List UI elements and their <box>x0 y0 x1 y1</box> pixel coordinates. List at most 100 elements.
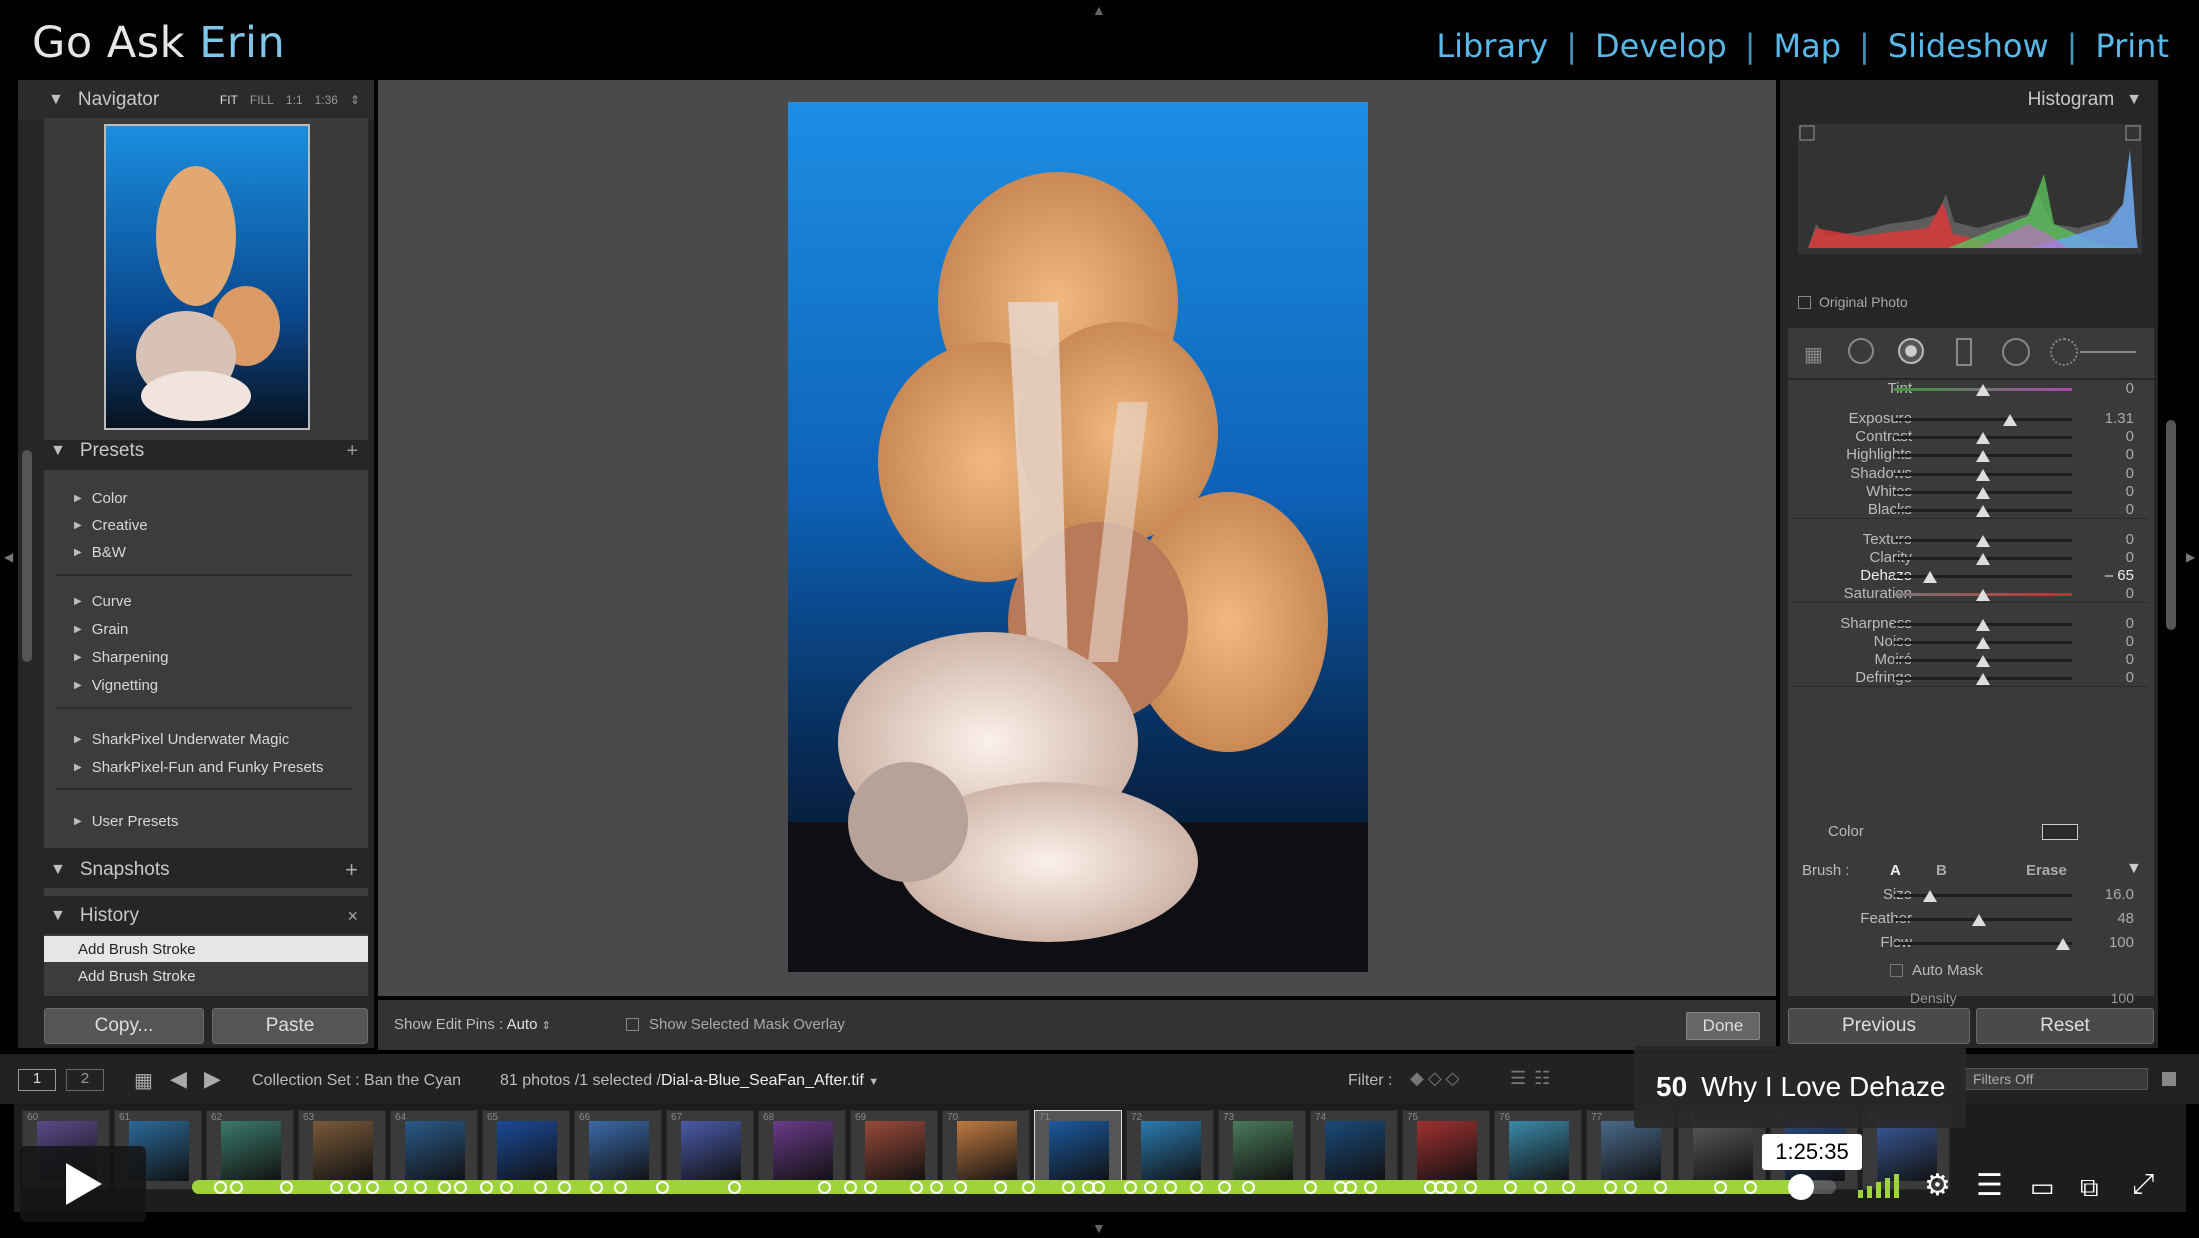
slider-thumb[interactable] <box>1976 487 1990 499</box>
brush-b-tab[interactable]: B <box>1936 862 1947 879</box>
zoom-fill[interactable]: FILL <box>250 93 274 107</box>
chapter-marker[interactable] <box>656 1181 669 1194</box>
window-2-button[interactable]: 2 <box>66 1069 104 1091</box>
chapter-marker[interactable] <box>438 1181 451 1194</box>
adjustment-brush-icon[interactable] <box>2050 338 2078 366</box>
slider-track[interactable] <box>1894 575 2072 578</box>
crop-grid-icon[interactable]: ▦ <box>1804 342 1823 367</box>
histogram-header[interactable]: Histogram ▼ <box>1780 80 2158 120</box>
chapter-marker[interactable] <box>330 1181 343 1194</box>
slider-thumb[interactable] <box>1976 673 1990 685</box>
slider-thumb[interactable] <box>1972 914 1987 926</box>
slider-thumb[interactable] <box>1922 571 1937 583</box>
chapter-marker[interactable] <box>1124 1181 1137 1194</box>
original-photo-checkbox[interactable] <box>1798 295 1811 309</box>
preset-folder-curve[interactable]: ▶ Curve <box>74 593 132 610</box>
filmstrip-thumbnail[interactable]: 64 <box>390 1110 478 1190</box>
chapter-marker[interactable] <box>1164 1181 1177 1194</box>
video-scrubber[interactable] <box>1788 1174 1814 1200</box>
reset-button[interactable]: Reset <box>1976 1008 2154 1044</box>
chapter-marker[interactable] <box>1304 1181 1317 1194</box>
window-1-button[interactable]: 1 <box>18 1069 56 1091</box>
slider-track[interactable] <box>1894 942 2072 945</box>
brush-collapse-icon[interactable]: ▼ <box>2126 860 2142 878</box>
chapter-marker[interactable] <box>214 1181 227 1194</box>
slider-thumb[interactable] <box>2002 414 2017 426</box>
chapter-marker[interactable] <box>910 1181 923 1194</box>
brush-a-tab[interactable]: A <box>1890 862 1901 879</box>
copy-button[interactable]: Copy... <box>44 1008 204 1044</box>
preset-folder-grain[interactable]: ▶ Grain <box>74 621 128 638</box>
snapshots-header[interactable]: ▼ Snapshots + <box>44 850 368 890</box>
chapter-marker[interactable] <box>864 1181 877 1194</box>
auto-mask-checkbox[interactable] <box>1890 964 1903 977</box>
settings-gear-icon[interactable]: ⚙ <box>1924 1168 1951 1203</box>
preset-folder-creative[interactable]: ▶ Creative <box>74 517 148 534</box>
preset-folder-color[interactable]: ▶ Color <box>74 490 128 507</box>
bottom-panel-arrow-icon[interactable]: ▼ <box>1092 1220 1106 1236</box>
slider-thumb[interactable] <box>2056 938 2071 950</box>
chapter-marker[interactable] <box>1504 1181 1517 1194</box>
mask-overlay-toggle[interactable]: Show Selected Mask Overlay <box>626 1016 845 1033</box>
slider-thumb[interactable] <box>1976 450 1990 462</box>
slider-value[interactable]: 0 <box>2126 531 2134 548</box>
slider-value[interactable]: 0 <box>2126 465 2134 482</box>
brush-slider-size[interactable]: Size16.0 <box>1788 884 2154 906</box>
module-print[interactable]: Print <box>2095 27 2169 65</box>
chapter-marker[interactable] <box>1364 1181 1377 1194</box>
chapter-marker[interactable] <box>1092 1181 1105 1194</box>
chapter-marker[interactable] <box>348 1181 361 1194</box>
clear-history-icon[interactable]: × <box>347 906 358 927</box>
filmstrip-thumbnail[interactable]: 63 <box>298 1110 386 1190</box>
right-scrollbar[interactable] <box>2166 420 2176 630</box>
previous-button[interactable]: Previous <box>1788 1008 1970 1044</box>
filters-off-select[interactable]: Filters Off <box>1964 1068 2148 1090</box>
filter-lock-icon[interactable] <box>2162 1072 2176 1086</box>
graduated-filter-icon[interactable] <box>1956 338 1972 366</box>
slider-value[interactable]: – 65 <box>2105 567 2134 584</box>
top-panel-arrow-icon[interactable]: ▲ <box>1092 2 1106 18</box>
done-button[interactable]: Done <box>1686 1012 1760 1040</box>
chapter-marker[interactable] <box>1144 1181 1157 1194</box>
chapter-marker[interactable] <box>280 1181 293 1194</box>
filmstrip-thumbnail[interactable]: 67 <box>666 1110 754 1190</box>
radial-filter-icon[interactable] <box>2002 338 2030 366</box>
chapter-marker[interactable] <box>414 1181 427 1194</box>
slider-value[interactable]: 0 <box>2126 380 2134 397</box>
brush-erase-tab[interactable]: Erase <box>2026 862 2067 879</box>
slider-thumb[interactable] <box>1976 655 1990 667</box>
chapter-marker[interactable] <box>1714 1181 1727 1194</box>
slider-value[interactable]: 0 <box>2126 501 2134 518</box>
right-panel-toggle-icon[interactable]: ▶ <box>2186 550 2195 564</box>
chapter-marker[interactable] <box>1604 1181 1617 1194</box>
add-snapshot-icon[interactable]: + <box>345 857 358 883</box>
filmstrip-thumbnail[interactable]: 70 <box>942 1110 1030 1190</box>
filmstrip-thumbnail[interactable]: 71 <box>1034 1110 1122 1190</box>
grid-view-icon[interactable]: ▦ <box>134 1068 153 1093</box>
slider-value[interactable]: 0 <box>2126 585 2134 602</box>
chapter-marker[interactable] <box>1190 1181 1203 1194</box>
play-button[interactable] <box>20 1146 146 1222</box>
brush-slider-feather[interactable]: Feather 48 <box>1788 908 2154 930</box>
navigator-thumbnail[interactable] <box>104 124 310 430</box>
preset-folder-bw[interactable]: ▶ B&W <box>74 544 126 561</box>
slider-track[interactable] <box>1894 894 2072 897</box>
history-header[interactable]: ▼ History × <box>44 896 368 936</box>
slider-thumb[interactable] <box>1976 619 1990 631</box>
navigator-header[interactable]: ▼ Navigator FIT FILL 1:1 1:36 ⇕ <box>18 80 374 120</box>
filmstrip-thumbnail[interactable]: 74 <box>1310 1110 1398 1190</box>
slider-thumb[interactable] <box>1976 432 1990 444</box>
history-item[interactable]: Add Brush Stroke <box>44 963 368 989</box>
brush-slider-track[interactable] <box>2080 351 2136 353</box>
filmstrip-thumbnail[interactable]: 75 <box>1402 1110 1490 1190</box>
filmstrip-thumbnail[interactable]: 62 <box>206 1110 294 1190</box>
red-eye-icon[interactable] <box>1898 338 1924 364</box>
module-library[interactable]: Library <box>1436 27 1548 65</box>
filmstrip-thumbnail[interactable]: 65 <box>482 1110 570 1190</box>
chapter-marker[interactable] <box>994 1181 1007 1194</box>
slider-thumb[interactable] <box>1976 469 1990 481</box>
zoom-1-1[interactable]: 1:1 <box>286 93 303 107</box>
chapter-marker[interactable] <box>1022 1181 1035 1194</box>
slider-value[interactable]: 0 <box>2126 651 2134 668</box>
slider-value[interactable]: 0 <box>2126 483 2134 500</box>
